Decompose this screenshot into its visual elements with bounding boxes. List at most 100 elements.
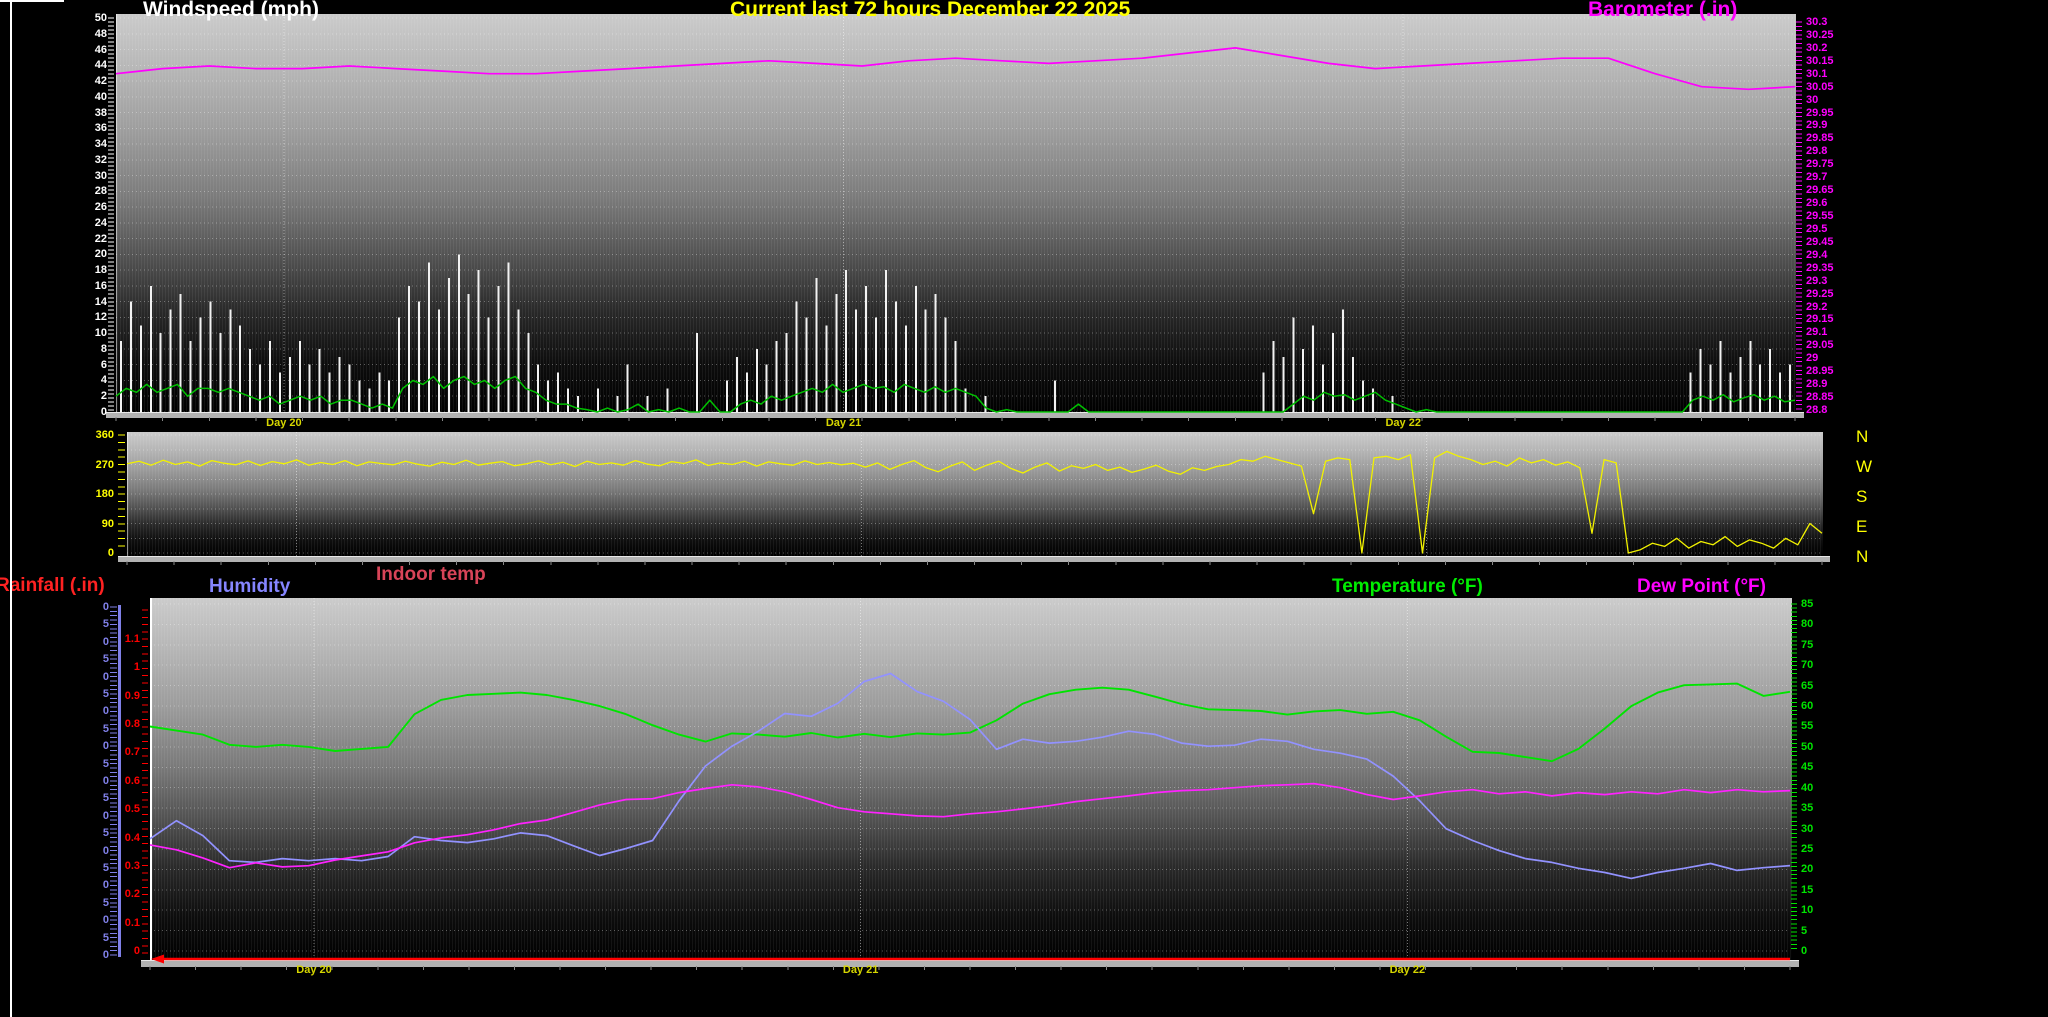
humidity-pct-tick-label: 0: [49, 949, 109, 961]
humidity-pct-tick-label: 5: [49, 723, 109, 735]
temperature-f-tick-label: 0: [1801, 945, 1807, 957]
indoor-temp-label: Indoor temp: [376, 564, 486, 586]
humidity-pct-tick-label: 5: [49, 792, 109, 804]
barometer-in-tick-label: 30.2: [1806, 42, 1827, 54]
windspeed-mph-tick-label: 10: [47, 327, 107, 339]
humidity-pct-tick-label: 0: [49, 775, 109, 787]
barometer-title: Barometer (.in): [1588, 0, 1737, 22]
humidity-pct-tick-label: 0: [49, 879, 109, 891]
windspeed-mph-tick-label: 42: [47, 75, 107, 87]
windspeed-mph-tick-label: 14: [47, 296, 107, 308]
window-border-left: [10, 0, 12, 1017]
windspeed-mph-tick-label: 40: [47, 91, 107, 103]
windspeed-mph-tick-label: 18: [47, 264, 107, 276]
compass-letter-e: E: [1856, 517, 1886, 537]
temperature-f-tick-label: 10: [1801, 904, 1813, 916]
barometer-in-tick-label: 28.85: [1806, 391, 1834, 403]
wind-direction-deg-tick-label: 90: [54, 518, 114, 530]
humidity-pct-tick-label: 5: [49, 932, 109, 944]
barometer-in-tick-label: 29.65: [1806, 184, 1834, 196]
windspeed-mph-tick-label: 22: [47, 233, 107, 245]
humidity-pct-tick-label: 0: [49, 810, 109, 822]
temperature-f-tick-label: 5: [1801, 925, 1807, 937]
windspeed-mph-tick-label: 44: [47, 59, 107, 71]
rainfall-in-tick-label: 0.3: [80, 860, 140, 872]
humidity-pct-tick-label: 5: [49, 897, 109, 909]
windspeed-mph-tick-label: 30: [47, 170, 107, 182]
rainfall-in-tick-label: 0.5: [80, 803, 140, 815]
temperature-f-tick-label: 20: [1801, 863, 1813, 875]
barometer-in-tick-label: 29.35: [1806, 262, 1834, 274]
humidity-pct-tick-label: 5: [49, 827, 109, 839]
barometer-in-tick-label: 29.55: [1806, 210, 1834, 222]
wind-direction-plot-area: [127, 432, 1823, 556]
windspeed-mph-tick-label: 16: [47, 280, 107, 292]
barometer-in-axis: [1796, 22, 1802, 409]
rainfall-in-tick-label: 0: [80, 945, 140, 957]
barometer-in-tick-label: 29.85: [1806, 132, 1834, 144]
barometer-in-tick-label: 29.3: [1806, 275, 1827, 287]
temp-humidity-dew-rain-x-axis-bar: [141, 960, 1799, 967]
rainfall-in-axis: [142, 610, 148, 953]
temperature-f-tick-label: 55: [1801, 720, 1813, 732]
temperature-f-tick-label: 80: [1801, 618, 1813, 630]
windspeed-mph-tick-label: 32: [47, 154, 107, 166]
rainfall-in-tick-label: 0.4: [80, 832, 140, 844]
rainfall-in-tick-label: 0.7: [80, 746, 140, 758]
wind-direction-deg-tick-label: 180: [54, 488, 114, 500]
compass-letter-n2: N: [1856, 547, 1886, 567]
temperature-f-tick-label: 70: [1801, 659, 1813, 671]
barometer-in-tick-label: 29.15: [1806, 313, 1834, 325]
rainfall-in-tick-label: 0.9: [80, 690, 140, 702]
barometer-in-tick-label: 29.9: [1806, 119, 1827, 131]
barometer-in-tick-label: 28.8: [1806, 404, 1827, 416]
barometer-in-tick-label: 29.8: [1806, 145, 1827, 157]
windspeed-title: Windspeed (mph): [143, 0, 319, 22]
temperature-f-tick-label: 30: [1801, 823, 1813, 835]
barometer-in-tick-label: 29.75: [1806, 158, 1834, 170]
windspeed-mph-tick-label: 26: [47, 201, 107, 213]
wind-direction-x-axis-bar: [118, 556, 1830, 562]
humidity-label: Humidity: [209, 576, 290, 598]
windspeed-mph-axis: [108, 18, 114, 410]
page-title: Current last 72 hours December 22 2025: [730, 0, 1130, 22]
humidity-pct-tick-label: 0: [49, 705, 109, 717]
wind-direction-deg-tick-label: 0: [54, 547, 114, 559]
barometer-in-tick-label: 29.7: [1806, 171, 1827, 183]
temperature-f-tick-label: 35: [1801, 802, 1813, 814]
rainfall-in-tick-label: 0.2: [80, 888, 140, 900]
compass-letter-w: W: [1856, 457, 1886, 477]
temp-humidity-dew-rain-plot-area: [150, 598, 1792, 960]
temperature-f-tick-label: 65: [1801, 680, 1813, 692]
windspeed-mph-tick-label: 8: [47, 343, 107, 355]
temperature-f-tick-label: 75: [1801, 639, 1813, 651]
dewpoint-label: Dew Point (°F): [1637, 576, 1766, 598]
weather-dashboard-72h: Windspeed (mph) Current last 72 hours De…: [0, 0, 2048, 1017]
temperature-f-tick-label: 85: [1801, 598, 1813, 610]
windspeed-mph-tick-label: 20: [47, 248, 107, 260]
barometer-in-tick-label: 29: [1806, 352, 1818, 364]
rainfall-in-tick-label: 1.1: [80, 633, 140, 645]
barometer-in-tick-label: 30.3: [1806, 16, 1827, 28]
barometer-in-tick-label: 29.05: [1806, 339, 1834, 351]
barometer-in-tick-label: 29.95: [1806, 107, 1834, 119]
windspeed-mph-tick-label: 34: [47, 138, 107, 150]
temperature-f-tick-label: 50: [1801, 741, 1813, 753]
wind-direction-deg-tick-label: 360: [54, 429, 114, 441]
wind-direction-deg-tick-label: 270: [54, 459, 114, 471]
day-label: Day 21: [826, 417, 861, 429]
windspeed-mph-tick-label: 28: [47, 185, 107, 197]
windspeed-mph-tick-label: 24: [47, 217, 107, 229]
humidity-pct-tick-label: 5: [49, 758, 109, 770]
windspeed-mph-tick-label: 36: [47, 122, 107, 134]
humidity-pct-axis: [110, 605, 121, 957]
temperature-f-tick-label: 40: [1801, 782, 1813, 794]
temperature-f-tick-label: 15: [1801, 884, 1813, 896]
humidity-pct-tick-label: 0: [49, 671, 109, 683]
humidity-pct-tick-label: 0: [49, 601, 109, 613]
barometer-in-tick-label: 29.2: [1806, 301, 1827, 313]
windspeed-mph-tick-label: 12: [47, 311, 107, 323]
windspeed-mph-tick-label: 50: [47, 12, 107, 24]
barometer-in-tick-label: 30.25: [1806, 29, 1834, 41]
compass-letter-n1: N: [1856, 427, 1886, 447]
